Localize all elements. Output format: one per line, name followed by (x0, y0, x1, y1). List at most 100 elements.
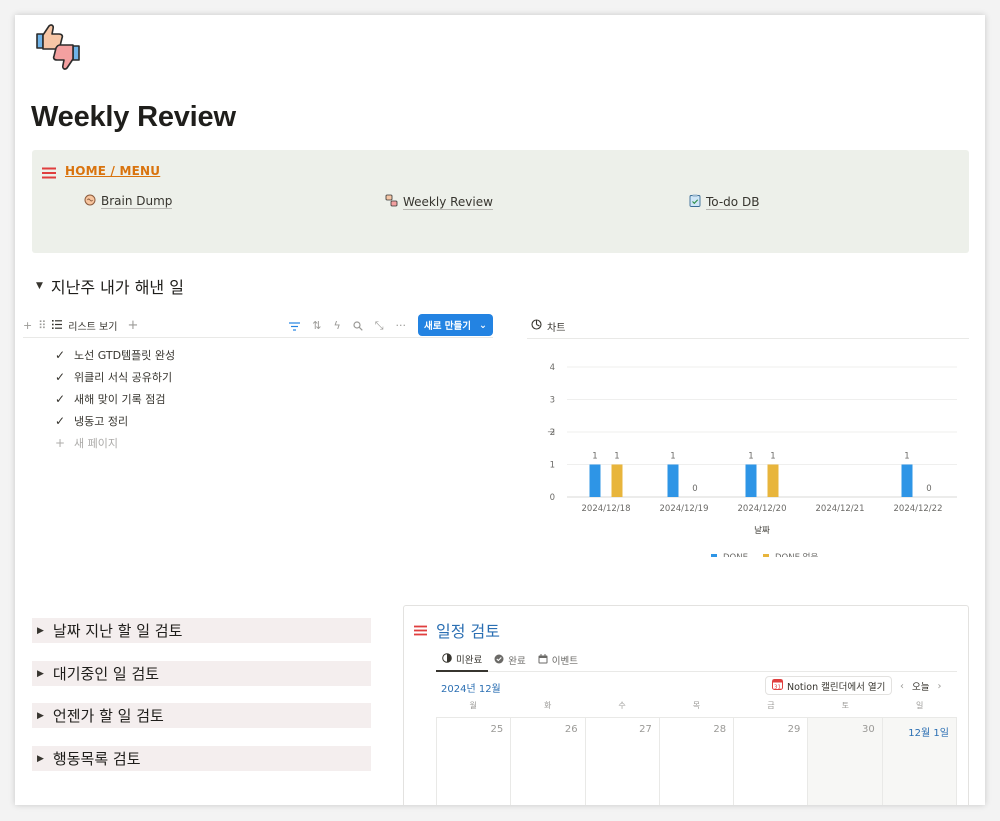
weekday-label: 목 (692, 701, 701, 710)
notion-calendar-icon: 31 (772, 678, 783, 693)
x-axis-title: 날짜 (754, 525, 770, 536)
list-item-label: 노선 GTD템플릿 완성 (74, 349, 176, 362)
calendar-day-cell[interactable]: 25 (436, 718, 510, 805)
tab-complete[interactable]: 완료 (488, 648, 531, 672)
data-label: 1 (748, 452, 753, 462)
thumbs-up-down-icon[interactable] (31, 18, 87, 74)
drag-handle-icon[interactable]: ⠿ (38, 320, 46, 331)
open-in-notion-calendar-button[interactable]: 31 Notion 캘린더에서 열기 (765, 676, 893, 695)
data-label: 1 (770, 452, 775, 462)
todo-db-label: To-do DB (706, 194, 760, 210)
tab-label: 미완료 (456, 655, 483, 666)
half-circle-icon (442, 652, 452, 666)
open-button-label: Notion 캘린더에서 열기 (787, 681, 886, 693)
menu-title-link[interactable]: HOME / MENU (65, 164, 160, 178)
legend-swatch (763, 554, 769, 557)
menu-callout: HOME / MENU Brain Dump Weekly Review To-… (32, 150, 969, 253)
today-button[interactable]: 오늘 (912, 679, 929, 693)
calendar-day-cell[interactable]: 27 (584, 718, 659, 805)
toggle-overdue-review[interactable]: ▶ 날짜 지난 할 일 검토 (32, 618, 371, 643)
calendar-week-row: 25 26 27 28 29 30 12월 1일 (436, 718, 957, 805)
weekly-review-label: Weekly Review (403, 194, 493, 210)
weekly-review-link[interactable]: Weekly Review (385, 194, 493, 210)
sort-icon[interactable]: ⇅ (312, 320, 321, 331)
legend-label: DONE 없음 (775, 553, 818, 557)
expand-icon[interactable]: ⤡ (375, 320, 384, 331)
list-item-label: 냉동고 정리 (74, 415, 129, 428)
toggle-action-list-review[interactable]: ▶ 행동목록 검토 (32, 746, 371, 771)
bar (611, 464, 623, 497)
new-item-button[interactable]: 새로 만들기 ⌄ (418, 314, 493, 336)
bar (667, 464, 679, 497)
legend-swatch (711, 554, 717, 557)
toggle-label: 행동목록 검토 (52, 750, 141, 768)
weekday-label: 금 (767, 701, 775, 710)
list-item[interactable]: ✓ 냉동고 정리 (55, 410, 175, 432)
todo-db-link[interactable]: To-do DB (689, 194, 760, 210)
legend-label: DONE (723, 553, 748, 557)
list-view-toolbar: + ⠿ 리스트 보기 + ⇅ ϟ ⤡ ··· 새로 만들기 ⌄ (23, 314, 493, 338)
y-tick-label: 4 (550, 363, 555, 373)
clipboard-icon (689, 194, 701, 210)
notion-page: Weekly Review HOME / MENU Brain Dump Wee… (15, 15, 985, 805)
calendar-icon (538, 653, 548, 667)
y-tick-label: 0 (550, 493, 555, 503)
chevron-left-icon[interactable]: ‹ (900, 681, 904, 692)
tab-label: 완료 (508, 656, 526, 667)
tab-incomplete[interactable]: 미완료 (436, 648, 489, 672)
list-view-tab[interactable]: 리스트 보기 (68, 318, 117, 333)
data-label: 1 (614, 452, 619, 462)
chevron-right-icon[interactable]: › (937, 681, 941, 692)
toggle-closed-icon: ▶ (37, 753, 44, 764)
toggle-waiting-review[interactable]: ▶ 대기중인 일 검토 (32, 661, 371, 686)
thumbs-icon (385, 194, 398, 210)
more-options-icon[interactable]: ··· (396, 320, 407, 331)
calendar-month-label: 2024년 12월 (441, 684, 501, 695)
brain-icon (84, 194, 96, 209)
x-tick-label: 2024/12/20 (738, 504, 787, 514)
toggle-open-icon: ▼ (36, 281, 43, 291)
filter-icon[interactable] (289, 316, 301, 335)
toggle-label: 대기중인 일 검토 (52, 665, 160, 683)
x-tick-label: 2024/12/19 (660, 504, 709, 514)
calendar-day-cell[interactable]: 26 (510, 718, 584, 805)
add-view-icon[interactable]: + (127, 319, 138, 332)
y-tick-label: 3 (550, 396, 555, 406)
tab-events[interactable]: 이벤트 (532, 648, 584, 672)
new-page-row[interactable]: + 새 페이지 (55, 432, 175, 454)
bar (745, 464, 757, 497)
list-item[interactable]: ✓ 노선 GTD템플릿 완성 (55, 344, 175, 366)
weekday-label: 월 (469, 701, 477, 710)
schedule-calendar: 일정 검토 미완료 완료 이벤트 2024년 12월 31 Notion 캘린더… (403, 605, 969, 805)
x-tick-label: 2024/12/22 (894, 504, 943, 514)
automation-bolt-icon[interactable]: ϟ (333, 320, 340, 331)
x-tick-label: 2024/12/18 (582, 504, 631, 514)
calendar-nav: ‹ 오늘 › (900, 679, 941, 694)
hamburger-menu-icon (42, 164, 56, 183)
chart-clock-icon (531, 319, 542, 333)
tab-label: 이벤트 (551, 656, 578, 667)
chevron-down-icon[interactable]: ⌄ (479, 320, 487, 331)
chart-view-tab[interactable]: 차트 (527, 314, 969, 339)
weekday-header: 월 화 수 목 금 토 일 (436, 700, 957, 718)
calendar-day-cell[interactable]: 29 (733, 718, 807, 805)
check-icon: ✓ (55, 370, 66, 384)
list-item[interactable]: ✓ 위클리 서식 공유하기 (55, 366, 175, 388)
list-item[interactable]: ✓ 새해 맞이 기록 점검 (55, 388, 175, 410)
brain-dump-label: Brain Dump (101, 194, 173, 209)
list-item-label: 새해 맞이 기록 점검 (74, 393, 166, 406)
done-section-toggle[interactable]: ▼ 지난주 내가 해낸 일 (36, 274, 184, 298)
done-section-heading: 지난주 내가 해낸 일 (50, 278, 184, 297)
data-label: 1 (592, 452, 597, 462)
calendar-view-tabs: 미완료 완료 이벤트 (436, 648, 957, 672)
toggle-closed-icon: ▶ (37, 625, 44, 636)
add-block-icon[interactable]: + (23, 320, 32, 331)
new-item-button-label: 새로 만들기 (424, 321, 472, 332)
calendar-day-cell[interactable]: 30 (807, 718, 882, 805)
brain-dump-link[interactable]: Brain Dump (84, 194, 173, 209)
calendar-day-cell[interactable]: 28 (658, 718, 733, 805)
calendar-day-cell[interactable]: 12월 1일 (881, 718, 957, 805)
search-icon[interactable] (353, 316, 363, 335)
toggle-someday-review[interactable]: ▶ 언젠가 할 일 검토 (32, 703, 371, 728)
calendar-title[interactable]: 일정 검토 (414, 618, 500, 642)
